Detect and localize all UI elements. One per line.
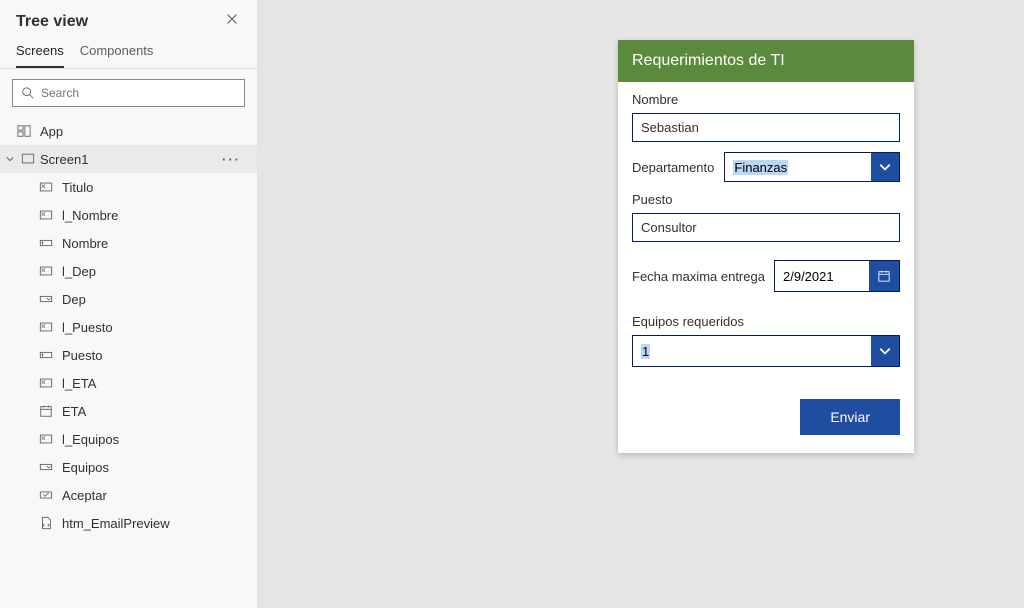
screen-icon [20,151,36,167]
tree-item[interactable]: Nombre [30,229,257,257]
field-fecha: Fecha maxima entrega 2/9/2021 [618,242,914,292]
field-equipos: Equipos requeridos 1 [618,292,914,367]
tree-item[interactable]: l_Dep [30,257,257,285]
label-icon [38,319,54,335]
nombre-input[interactable] [632,113,900,142]
tabs: Screens Components [0,35,257,69]
tree-item-label: Puesto [62,348,102,363]
tree-children: Titulo l_Nombre Nombre l_Dep Dep l_Puesto Pues… [0,173,257,537]
tree-item-label: htm_EmailPreview [62,516,170,531]
html-icon [38,515,54,531]
nombre-label: Nombre [632,92,900,107]
chevron-down-icon[interactable] [4,155,16,163]
field-nombre: Nombre [618,82,914,142]
chevron-down-icon [871,153,899,181]
tree-item-label: l_Equipos [62,432,119,447]
tree-item-label: l_Nombre [62,208,118,223]
tree-item-label: Aceptar [62,488,107,503]
dep-dropdown[interactable]: Finanzas [724,152,900,182]
tree-item-label: Nombre [62,236,108,251]
label-icon [38,263,54,279]
screen-label: Screen1 [40,152,88,167]
tree-item[interactable]: htm_EmailPreview [30,509,257,537]
tree-item[interactable]: Equipos [30,453,257,481]
tree-item[interactable]: Titulo [30,173,257,201]
equipos-dropdown[interactable]: 1 [632,335,900,367]
submit-row: Enviar [618,367,914,443]
fecha-value: 2/9/2021 [775,261,869,291]
fecha-label: Fecha maxima entrega [632,269,768,284]
tree-item-label: ETA [62,404,86,419]
tree-item[interactable]: l_Nombre [30,201,257,229]
tree-item-label: Titulo [62,180,93,195]
label-icon [38,179,54,195]
label-icon [38,431,54,447]
date-icon [38,403,54,419]
label-icon [38,375,54,391]
button-icon [38,487,54,503]
panel-title: Tree view [16,13,88,31]
tree-item-label: l_Dep [62,264,96,279]
close-icon[interactable] [223,12,241,31]
app-icon [16,123,32,139]
equipos-value: 1 [633,336,871,366]
dep-value: Finanzas [725,153,871,181]
tree-view-panel: Tree view Screens Components App Screen1… [0,0,258,608]
search-box[interactable] [12,79,245,107]
dep-label: Departamento [632,160,714,175]
tree-item[interactable]: ETA [30,397,257,425]
enviar-button[interactable]: Enviar [800,399,900,435]
app-label: App [40,124,63,139]
tree-item[interactable]: Dep [30,285,257,313]
tree-item[interactable]: l_Puesto [30,313,257,341]
tree-header: Tree view [0,0,257,35]
label-icon [38,207,54,223]
chevron-down-icon [871,336,899,366]
tree-item[interactable]: l_ETA [30,369,257,397]
equipos-label: Equipos requeridos [632,314,900,329]
tree-item-label: l_ETA [62,376,96,391]
search-input[interactable] [41,86,236,100]
puesto-input[interactable] [632,213,900,242]
dropdown-icon [38,459,54,475]
search-container [0,69,257,117]
search-icon [21,86,35,100]
fecha-picker[interactable]: 2/9/2021 [774,260,900,292]
field-departamento: Departamento Finanzas [618,142,914,182]
tree-item[interactable]: Puesto [30,341,257,369]
tree-item-label: Equipos [62,460,109,475]
tree-item[interactable]: l_Equipos [30,425,257,453]
form-title: Requerimientos de TI [618,40,914,82]
form-card: Requerimientos de TI Nombre Departamento… [618,40,914,453]
app-root-row[interactable]: App [0,117,257,145]
input-icon [38,235,54,251]
tab-components[interactable]: Components [80,35,154,68]
tree-item[interactable]: Aceptar [30,481,257,509]
tree-item-label: Dep [62,292,86,307]
field-puesto: Puesto [618,182,914,242]
tree-item-label: l_Puesto [62,320,113,335]
calendar-icon [869,261,899,291]
canvas: Requerimientos de TI Nombre Departamento… [258,0,1024,608]
more-menu-icon[interactable]: ··· [222,152,249,167]
dropdown-icon [38,291,54,307]
tab-screens[interactable]: Screens [16,35,64,68]
tree-screen-row[interactable]: Screen1 ··· [0,145,257,173]
puesto-label: Puesto [632,192,900,207]
input-icon [38,347,54,363]
